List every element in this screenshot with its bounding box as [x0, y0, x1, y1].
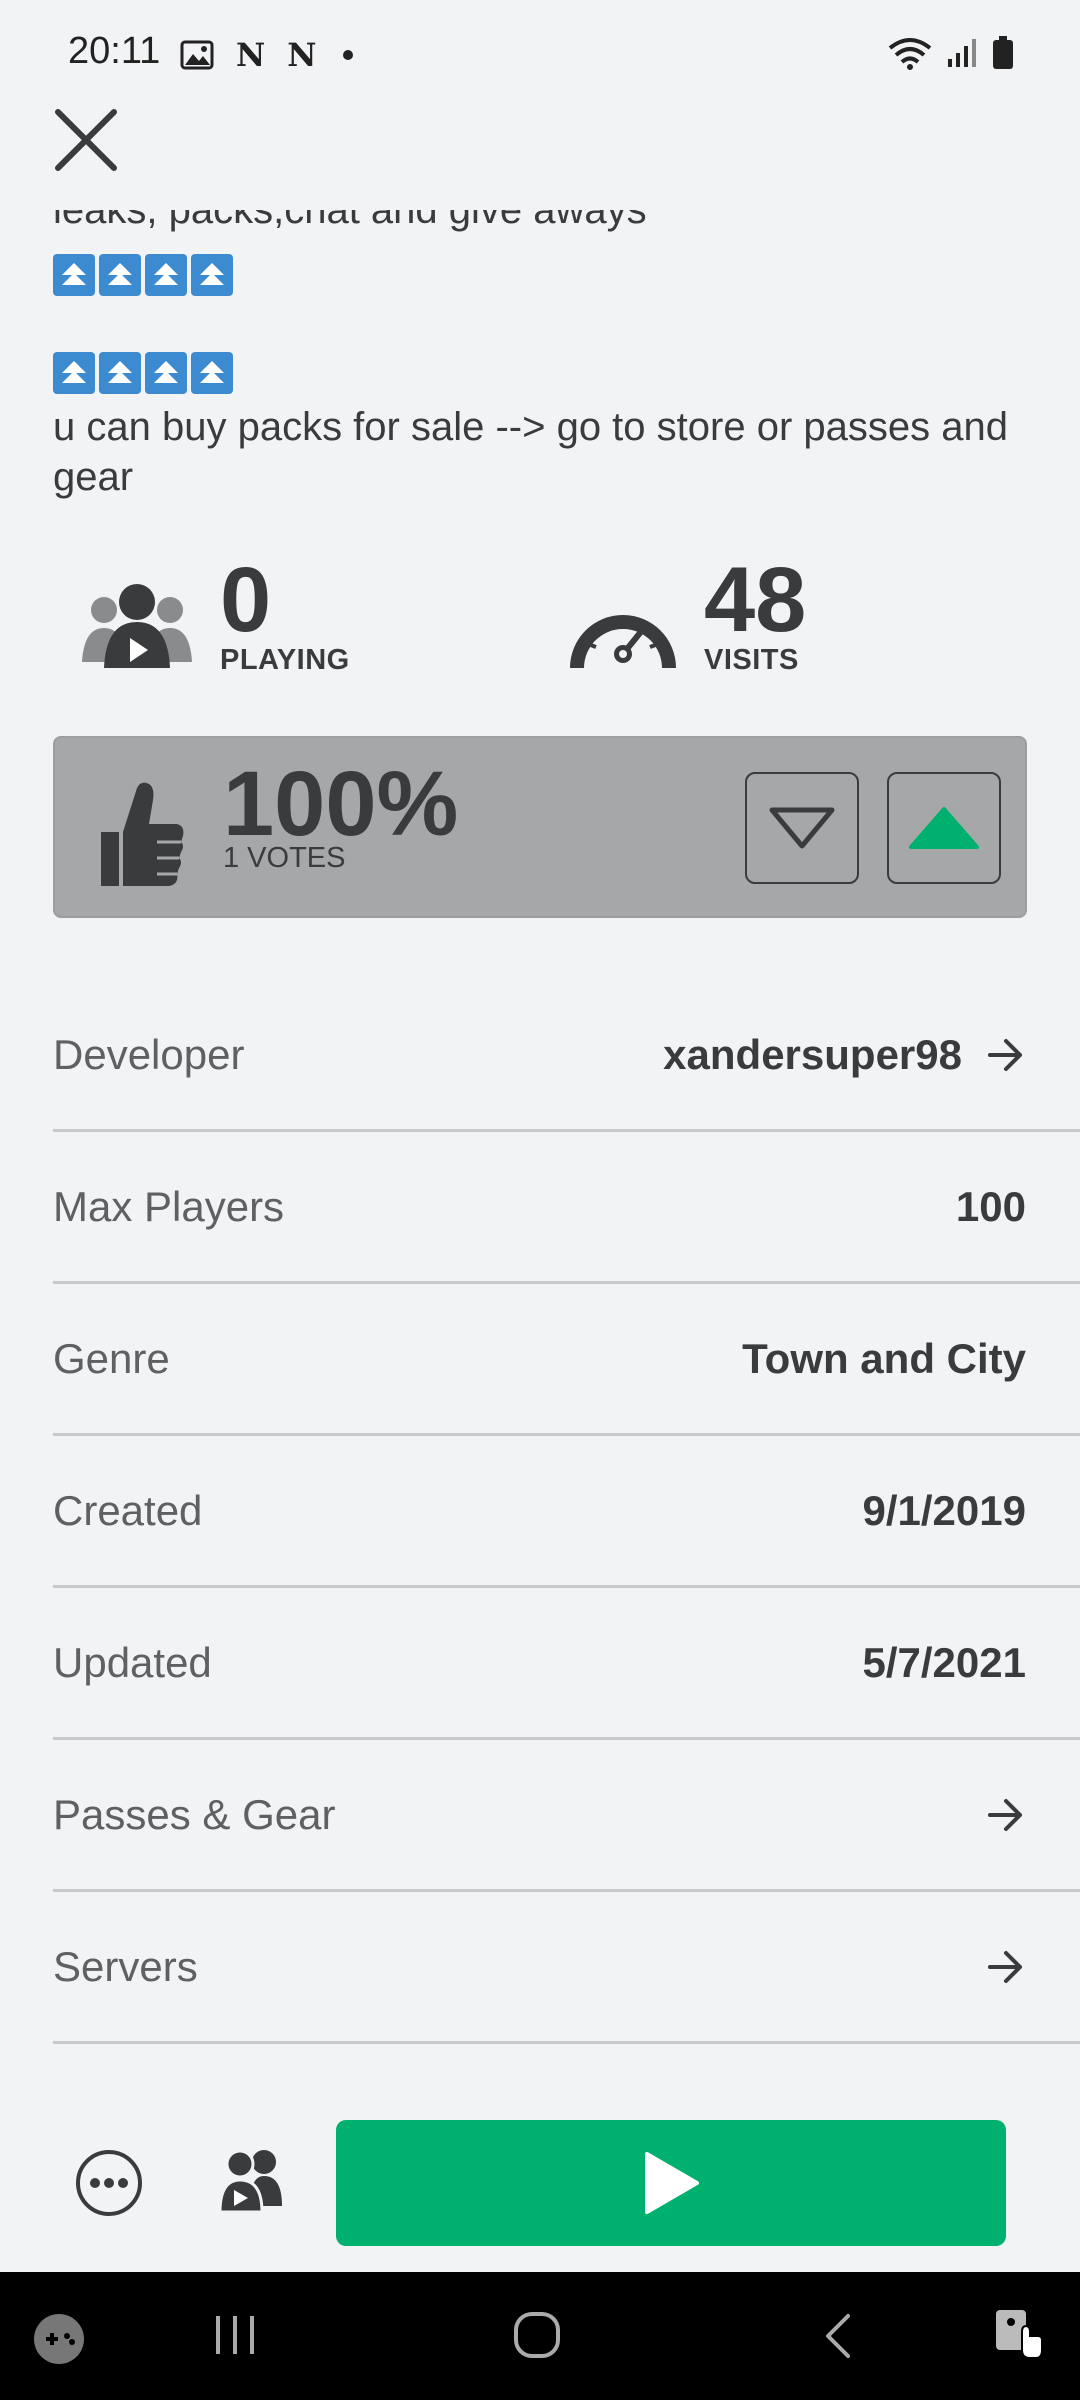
triangle-down-icon — [769, 807, 835, 849]
updated-value: 5/7/2021 — [862, 1638, 1027, 1686]
description-cut-text: leaks, packs,chat and give aways — [53, 210, 647, 232]
developer-name: xandersuper98 — [663, 1030, 962, 1078]
signal-icon — [948, 39, 976, 67]
game-launcher-icon[interactable] — [32, 2312, 86, 2366]
arrow-emoji-row — [53, 254, 1033, 298]
max-players-row: Max Players 100 — [53, 1132, 1080, 1284]
max-players-label: Max Players — [53, 1182, 285, 1230]
friends-play-icon — [218, 2149, 282, 2214]
play-icon — [645, 2152, 699, 2214]
game-info-list: Developer xandersuper98 Max Players 100 … — [53, 980, 1080, 2044]
visits-stat: 48 VISITS — [566, 549, 807, 677]
game-description: leaks, packs,chat and give aways u can b… — [53, 210, 1033, 502]
notification-icons: N N — [180, 36, 353, 74]
up-arrows-emoji-icon — [191, 254, 233, 296]
up-arrows-emoji-icon — [145, 254, 187, 296]
created-value: 9/1/2019 — [862, 1486, 1027, 1534]
dot-icon — [342, 50, 353, 60]
wifi-icon — [888, 38, 932, 70]
up-arrows-emoji-icon — [53, 352, 95, 394]
vote-up-button[interactable] — [887, 772, 1001, 884]
developer-row[interactable]: Developer xandersuper98 — [53, 980, 1080, 1132]
up-arrows-emoji-icon — [53, 254, 95, 296]
genre-label: Genre — [53, 1334, 170, 1382]
battery-icon — [993, 36, 1013, 69]
playing-label: PLAYING — [220, 644, 350, 676]
max-players-value: 100 — [955, 1182, 1026, 1230]
arrow-right-icon — [988, 1038, 1022, 1071]
vote-panel: 100% 1 VOTES — [53, 736, 1027, 918]
speedometer-icon — [570, 615, 676, 668]
triangle-up-icon — [909, 807, 979, 849]
play-with-friends-button[interactable] — [216, 2146, 286, 2216]
created-row: Created 9/1/2019 — [53, 1436, 1080, 1588]
close-button[interactable] — [50, 104, 122, 176]
thumbs-up-icon — [101, 782, 184, 886]
accessibility-touch-icon[interactable] — [990, 2306, 1046, 2362]
play-button[interactable] — [336, 2120, 1006, 2246]
updated-label: Updated — [53, 1638, 212, 1686]
up-arrows-emoji-icon — [99, 254, 141, 296]
visits-count: 48 — [704, 549, 807, 651]
up-arrows-emoji-icon — [99, 352, 141, 394]
servers-label: Servers — [53, 1942, 198, 1990]
image-icon — [180, 40, 214, 70]
genre-row: Genre Town and City — [53, 1284, 1080, 1436]
system-nav-bar — [0, 2272, 1080, 2400]
arrow-right-icon — [988, 1950, 1022, 1983]
playing-count: 0 — [220, 549, 272, 651]
status-bar: 20:11 N N — [0, 0, 1080, 110]
recents-icon[interactable] — [212, 2314, 258, 2356]
servers-row[interactable]: Servers — [53, 1892, 1080, 2044]
up-arrows-emoji-icon — [145, 352, 187, 394]
system-icons — [888, 36, 1014, 70]
description-text: u can buy packs for sale --> go to store… — [53, 405, 1008, 499]
players-icon — [82, 584, 192, 668]
developer-label: Developer — [53, 1030, 245, 1078]
votes-count: 1 VOTES — [223, 842, 346, 874]
status-time: 20:11 — [68, 30, 161, 72]
up-arrows-emoji-icon — [191, 352, 233, 394]
passes-gear-row[interactable]: Passes & Gear — [53, 1740, 1080, 1892]
back-icon[interactable] — [820, 2312, 854, 2360]
home-icon[interactable] — [512, 2310, 562, 2360]
netflix-n-icon: N — [287, 36, 317, 74]
developer-value-group: xandersuper98 — [663, 1031, 1026, 1079]
arrow-emoji-row — [53, 352, 1033, 396]
game-details-screen: 20:11 N N leaks, packs,chat and give awa… — [0, 0, 1080, 2400]
vote-down-button[interactable] — [745, 772, 859, 884]
action-bar — [0, 2120, 1080, 2270]
visits-label: VISITS — [704, 644, 799, 676]
genre-value: Town and City — [742, 1334, 1026, 1382]
more-dots-icon — [76, 2150, 142, 2216]
created-label: Created — [53, 1486, 203, 1534]
more-options-button[interactable] — [74, 2148, 144, 2218]
netflix-n-icon: N — [236, 36, 266, 74]
passes-gear-label: Passes & Gear — [53, 1790, 336, 1838]
close-icon — [55, 109, 117, 171]
playing-stat: 0 PLAYING — [78, 549, 350, 677]
rating-percent: 100% — [223, 753, 459, 855]
updated-row: Updated 5/7/2021 — [53, 1588, 1080, 1740]
description-cut-line: leaks, packs,chat and give aways — [53, 210, 1033, 254]
arrow-right-icon — [988, 1798, 1022, 1831]
